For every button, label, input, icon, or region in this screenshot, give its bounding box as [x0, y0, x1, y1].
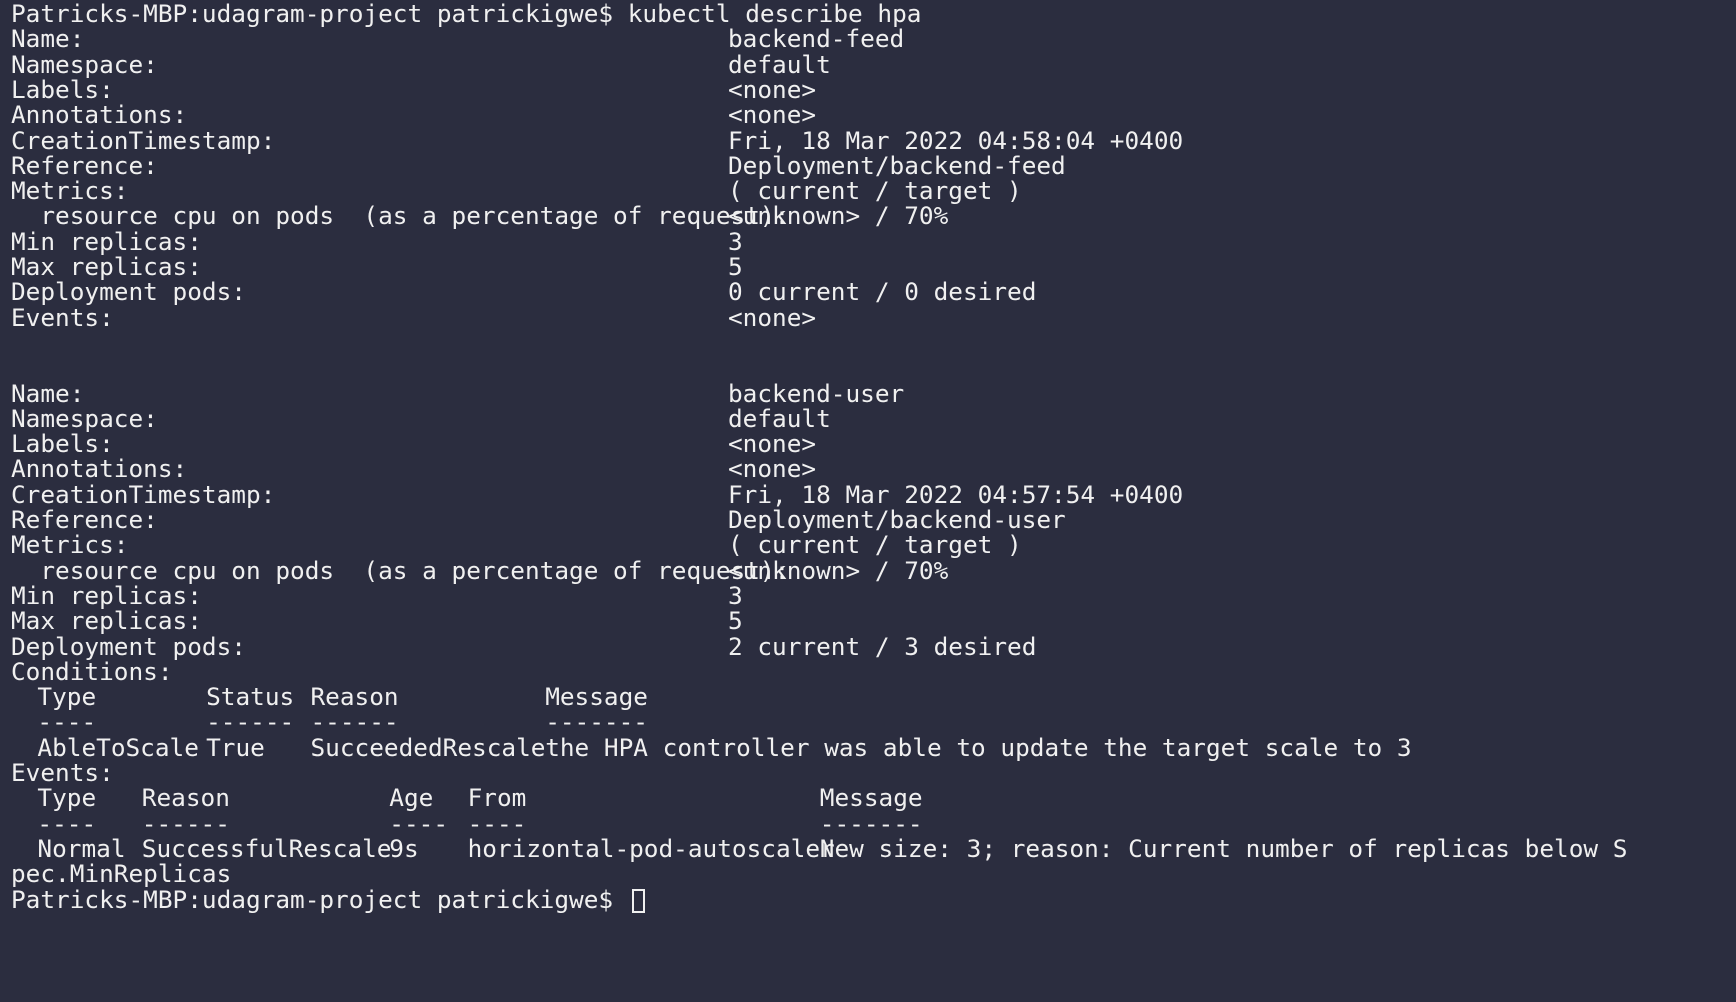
terminal-window[interactable]: Patricks-MBP:udagram-project patrickigwe… [0, 0, 1736, 1002]
prompt-line[interactable]: Patricks-MBP:udagram-project patrickigwe… [11, 884, 645, 914]
event-message: New size: 3; reason: Current number of r… [819, 833, 1628, 863]
event-from: horizontal-pod-autoscaler [467, 833, 835, 863]
field-value: 5 [728, 606, 743, 636]
condition-message: the HPA controller was able to update th… [545, 732, 1412, 762]
field-value: <none> [728, 100, 817, 130]
field-label: Max replicas: [11, 606, 202, 636]
event-age: 9s [389, 833, 419, 863]
field-value: <none> [728, 302, 817, 332]
field-value: <unknown> / 70% [728, 201, 949, 231]
field-label: Annotations: [11, 100, 188, 130]
field-label: Events: [11, 302, 114, 332]
condition-reason: SucceededRescale [310, 732, 546, 762]
field-value: <unknown> / 70% [728, 555, 949, 585]
condition-status: True [206, 732, 265, 762]
field-value: 2 current / 3 desired [728, 631, 1037, 661]
shell-prompt: Patricks-MBP:udagram-project patrickigwe… [11, 0, 628, 28]
shell-prompt: Patricks-MBP:udagram-project patrickigwe… [11, 884, 628, 914]
cursor-icon [631, 888, 645, 913]
